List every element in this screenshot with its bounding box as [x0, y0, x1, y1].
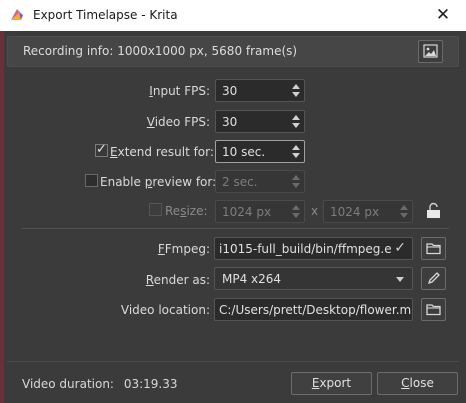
spin-arrows-icon[interactable]: [291, 143, 302, 160]
resize-width-value: 1024 px: [222, 205, 272, 219]
render-format-dropdown[interactable]: MP4 x264: [214, 267, 413, 290]
input-fps-value: 30: [222, 84, 238, 98]
pencil-icon: [427, 272, 440, 285]
window-close-button[interactable]: ✕: [420, 0, 466, 31]
extend-result-checkbox[interactable]: ✓: [95, 142, 108, 157]
spin-arrows-icon: [291, 173, 302, 190]
ffmpeg-path-value: i1015-full_build/bin/ffmpeg.exe: [219, 242, 406, 256]
video-location-value: C:/Users/prett/Desktop/flower.mp4: [219, 303, 413, 317]
ffmpeg-path-field[interactable]: i1015-full_build/bin/ffmpeg.exe ✓: [214, 237, 413, 260]
ffmpeg-label: FFmpeg:: [157, 242, 210, 256]
open-image-button[interactable]: [418, 40, 443, 63]
section-divider: [22, 228, 449, 229]
video-location-label: Video location:: [120, 303, 210, 317]
spin-arrows-icon[interactable]: [291, 82, 302, 99]
extend-result-value: 10 sec.: [222, 145, 266, 159]
resize-height-spinbox: 1024 px: [323, 200, 413, 223]
checkmark-icon: ✓: [391, 240, 406, 256]
video-duration-label: Video duration:: [22, 377, 114, 391]
recording-info-panel: Recording info: 1000x1000 px, 5680 frame…: [7, 36, 459, 67]
edit-render-options-button[interactable]: [421, 267, 446, 290]
window-title: Export Timelapse - Krita: [33, 8, 178, 22]
input-fps-spinbox[interactable]: 30: [215, 79, 305, 102]
recording-info-text: Recording info: 1000x1000 px, 5680 frame…: [23, 44, 298, 58]
browse-ffmpeg-button[interactable]: [421, 237, 446, 260]
spin-arrows-icon[interactable]: [291, 113, 302, 130]
input-fps-label: Input FPS:: [149, 84, 210, 98]
spin-arrows-icon: [291, 203, 302, 220]
background-window-edge: [0, 31, 4, 403]
resize-label: Resize:: [165, 204, 208, 218]
video-fps-value: 30: [222, 115, 238, 129]
render-as-label: Render as:: [145, 273, 210, 287]
resize-times-sign: x: [311, 204, 319, 218]
footer-divider: [7, 361, 459, 362]
folder-icon: [426, 304, 441, 316]
enable-preview-label: Enable preview for:: [100, 175, 217, 189]
render-format-value: MP4 x264: [222, 272, 282, 286]
title-bar: Export Timelapse - Krita ✕: [0, 0, 466, 31]
video-location-field[interactable]: C:/Users/prett/Desktop/flower.mp4: [214, 298, 413, 321]
video-duration-value: 03:19.33: [123, 377, 178, 391]
export-button[interactable]: Export: [291, 372, 372, 395]
unlock-icon: [427, 202, 440, 218]
video-fps-label: Video FPS:: [146, 115, 210, 129]
folder-icon: [426, 243, 441, 255]
preview-duration-spinbox: 2 sec.: [215, 170, 305, 193]
resize-checkbox[interactable]: [149, 203, 162, 216]
extend-result-label: Extend result for:: [110, 145, 214, 159]
aspect-lock-button[interactable]: [421, 200, 446, 223]
video-duration: Video duration: 03:19.33: [22, 377, 177, 391]
krita-logo-icon: [11, 9, 23, 20]
resize-width-spinbox: 1024 px: [215, 200, 305, 223]
spin-arrows-icon: [399, 203, 410, 220]
image-icon: [423, 44, 438, 58]
close-button[interactable]: Close: [377, 372, 458, 395]
enable-preview-checkbox[interactable]: [85, 174, 98, 187]
browse-location-button[interactable]: [421, 298, 446, 321]
resize-height-value: 1024 px: [330, 205, 380, 219]
chevron-down-icon: [396, 277, 404, 282]
preview-duration-value: 2 sec.: [222, 175, 258, 189]
video-fps-spinbox[interactable]: 30: [215, 110, 305, 133]
extend-result-spinbox[interactable]: 10 sec.: [215, 140, 305, 163]
